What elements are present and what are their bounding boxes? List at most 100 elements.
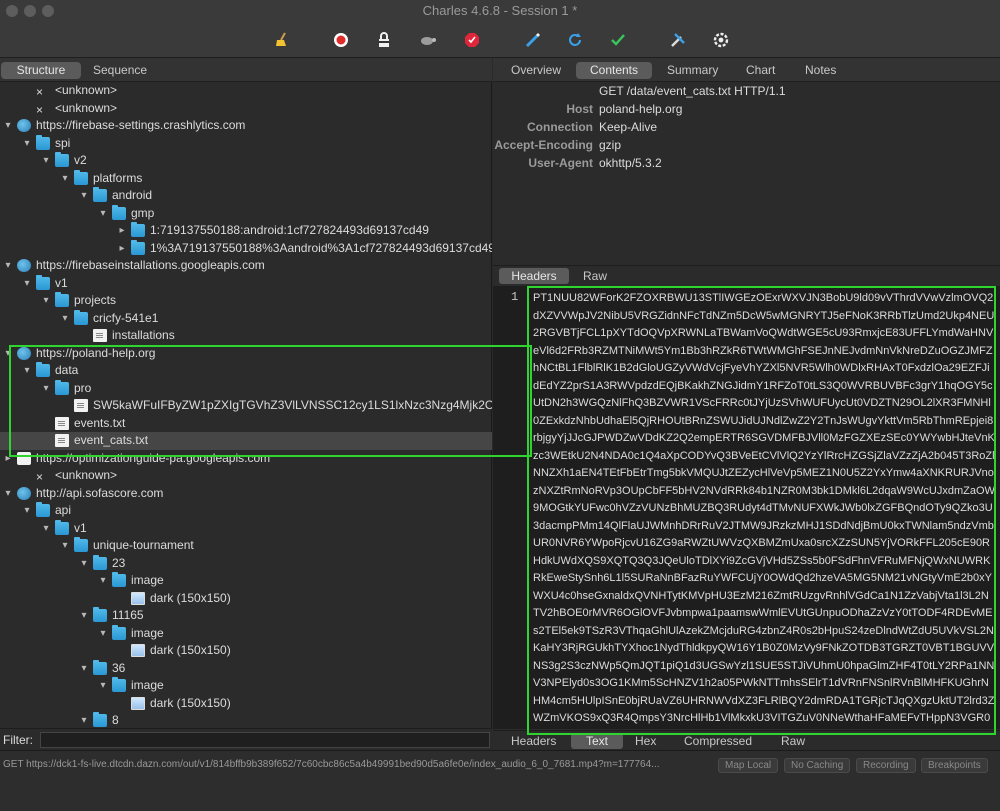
viewtab-text[interactable]: Text bbox=[571, 733, 623, 749]
tree-row[interactable]: ▾ https://firebase-settings.crashlytics.c… bbox=[0, 117, 492, 135]
tree-row[interactable]: ▾ gmp bbox=[0, 204, 492, 223]
viewtab-hex[interactable]: Hex bbox=[627, 733, 664, 749]
turtle-throttle-icon[interactable] bbox=[417, 29, 439, 51]
viewtab-raw[interactable]: Raw bbox=[773, 733, 813, 749]
check-validate-icon[interactable] bbox=[607, 29, 629, 51]
tree-row[interactable]: ▾ platforms bbox=[0, 169, 492, 188]
tree-row[interactable]: ▸ 1%3A719137550188%3Aandroid%3A1cf7278244… bbox=[0, 239, 492, 258]
tree-row[interactable]: ▾ image bbox=[0, 677, 492, 695]
chevron-down-icon[interactable]: ▾ bbox=[60, 170, 70, 187]
chevron-down-icon[interactable]: ▾ bbox=[79, 607, 89, 624]
chevron-down-icon[interactable]: ▾ bbox=[3, 485, 13, 502]
tree-row[interactable]: ▾ cricfy-541e1 bbox=[0, 309, 492, 328]
tree-row[interactable]: × <unknown> bbox=[0, 100, 492, 118]
broom-icon[interactable] bbox=[271, 29, 293, 51]
chevron-down-icon[interactable]: ▾ bbox=[98, 677, 108, 694]
tree-row[interactable]: × <unknown> bbox=[0, 82, 492, 100]
tab-structure[interactable]: Structure bbox=[1, 62, 81, 79]
tree-row[interactable]: dark (150x150) bbox=[0, 590, 492, 608]
settings-gear-icon[interactable] bbox=[710, 29, 732, 51]
chevron-down-icon[interactable]: ▾ bbox=[98, 572, 108, 589]
tab-chart[interactable]: Chart bbox=[736, 62, 785, 79]
tree-row[interactable]: ▾ v1 bbox=[0, 519, 492, 538]
tab-notes[interactable]: Notes bbox=[795, 62, 846, 79]
chevron-down-icon[interactable]: ▾ bbox=[3, 345, 13, 362]
chevron-down-icon[interactable]: ▾ bbox=[22, 502, 32, 519]
tree-row[interactable]: ▾ https://firebaseinstallations.googleapi… bbox=[0, 257, 492, 275]
map-local-button[interactable]: Map Local bbox=[718, 758, 779, 773]
chevron-down-icon[interactable]: ▾ bbox=[22, 275, 32, 292]
chevron-down-icon[interactable]: ▾ bbox=[41, 152, 51, 169]
tree-row[interactable]: ▾ 11165 bbox=[0, 607, 492, 625]
response-body-text[interactable]: PT1NUU82WForK2FZOXRBWU13STlIWGEzOExrWXVJ… bbox=[533, 290, 995, 726]
breakpoints-button[interactable]: Breakpoints bbox=[921, 758, 988, 773]
tree-row-label: 11165 bbox=[112, 608, 144, 622]
breakpoint-icon[interactable] bbox=[461, 29, 483, 51]
tree-row[interactable]: installations bbox=[0, 327, 492, 345]
tools-icon[interactable] bbox=[667, 29, 689, 51]
tree-row[interactable]: ▸ https://optimizationguide-pa.googleapis… bbox=[0, 450, 492, 468]
chevron-down-icon[interactable]: ▾ bbox=[22, 362, 32, 379]
chevron-down-icon[interactable]: ▾ bbox=[98, 625, 108, 642]
recording-button[interactable]: Recording bbox=[856, 758, 916, 773]
pen-compose-icon[interactable] bbox=[522, 29, 544, 51]
chevron-down-icon[interactable]: ▾ bbox=[3, 117, 13, 134]
viewtab-compressed[interactable]: Compressed bbox=[676, 733, 760, 749]
host-tree: × <unknown> × <unknown> ▾ https://firebase-se… bbox=[0, 82, 492, 732]
tree-row[interactable]: ▾ unique-tournament bbox=[0, 537, 492, 555]
tree-row[interactable]: dark (150x150) bbox=[0, 695, 492, 713]
chevron-down-icon[interactable]: ▾ bbox=[98, 205, 108, 222]
chevron-down-icon[interactable]: ▾ bbox=[79, 555, 89, 572]
record-icon[interactable] bbox=[330, 29, 352, 51]
tree-row[interactable]: ▾ projects bbox=[0, 292, 492, 310]
tree-row[interactable]: ▾ data bbox=[0, 362, 492, 380]
lock-icon bbox=[17, 451, 31, 465]
ssl-lock-icon[interactable] bbox=[373, 29, 395, 51]
chevron-down-icon[interactable]: ▾ bbox=[3, 257, 13, 274]
tree-row-label: SW5kaWFuIFByZW1pZXIgTGVhZ3VlLVNSSC12cy1L… bbox=[93, 398, 492, 412]
chevron-down-icon[interactable]: ▾ bbox=[60, 537, 70, 554]
tree-row[interactable]: ▾ android bbox=[0, 187, 492, 205]
chevron-down-icon[interactable]: ▾ bbox=[79, 660, 89, 677]
tree-row[interactable]: ▾ image bbox=[0, 572, 492, 590]
chevron-right-icon[interactable]: ▸ bbox=[117, 222, 127, 239]
filter-input[interactable] bbox=[40, 732, 490, 748]
chevron-down-icon[interactable]: ▾ bbox=[41, 292, 51, 309]
subtab-raw[interactable]: Raw bbox=[575, 268, 615, 284]
tree-row[interactable]: ▾ 23 bbox=[0, 554, 492, 573]
tree-row[interactable]: events.txt bbox=[0, 415, 492, 433]
viewtab-headers[interactable]: Headers bbox=[503, 733, 564, 749]
tree-row[interactable]: ▾ spi bbox=[0, 134, 492, 153]
tree-row[interactable]: ▾ v1 bbox=[0, 274, 492, 293]
chevron-down-icon[interactable]: ▾ bbox=[41, 380, 51, 397]
chevron-down-icon[interactable]: ▾ bbox=[22, 135, 32, 152]
tab-overview[interactable]: Overview bbox=[501, 62, 571, 79]
tree-row[interactable]: dark (150x150) bbox=[0, 642, 492, 660]
tree-row[interactable]: ▾ 36 bbox=[0, 659, 492, 678]
chevron-down-icon[interactable]: ▾ bbox=[79, 712, 89, 729]
chevron-right-icon[interactable]: ▸ bbox=[3, 450, 13, 467]
tree-row[interactable]: ▾ pro bbox=[0, 379, 492, 398]
tree-row[interactable]: event_cats.txt bbox=[0, 432, 492, 450]
no-caching-button[interactable]: No Caching bbox=[784, 758, 851, 773]
tree-row[interactable]: ▾ 8 bbox=[0, 712, 492, 730]
tree-row[interactable]: ▾ image bbox=[0, 624, 492, 643]
tree-row[interactable]: ▾ v2 bbox=[0, 152, 492, 170]
chevron-down-icon[interactable]: ▾ bbox=[41, 520, 51, 537]
chevron-down-icon[interactable]: ▾ bbox=[60, 310, 70, 327]
refresh-icon[interactable] bbox=[564, 29, 586, 51]
tab-sequence[interactable]: Sequence bbox=[83, 62, 157, 79]
chevron-right-icon[interactable]: ▸ bbox=[117, 240, 127, 257]
tree-row[interactable]: ▾ http://api.sofascore.com bbox=[0, 485, 492, 503]
tree-row[interactable]: ▸ 1:719137550188:android:1cf727824493d691… bbox=[0, 222, 492, 240]
tree-row[interactable]: ▾ api bbox=[0, 502, 492, 520]
window-title: Charles 4.6.8 - Session 1 * bbox=[422, 3, 578, 18]
tree-row[interactable]: × <unknown> bbox=[0, 467, 492, 485]
tree-row[interactable]: SW5kaWFuIFByZW1pZXIgTGVhZ3VlLVNSSC12cy1L… bbox=[0, 397, 492, 415]
subtab-headers[interactable]: Headers bbox=[499, 268, 569, 284]
response-body[interactable]: 1 PT1NUU82WForK2FZOXRBWU13STlIWGEzOExrWX… bbox=[493, 286, 1000, 729]
chevron-down-icon[interactable]: ▾ bbox=[79, 187, 89, 204]
tab-contents[interactable]: Contents bbox=[576, 62, 652, 79]
tree-row[interactable]: ▾ https://poland-help.org bbox=[0, 345, 492, 363]
tab-summary[interactable]: Summary bbox=[657, 62, 728, 79]
